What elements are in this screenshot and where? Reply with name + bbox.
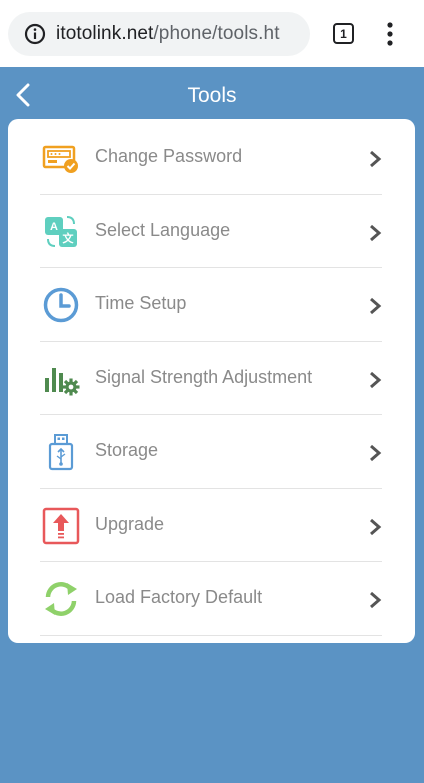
chevron-right-icon [370,371,382,388]
tools-card: Change Password A 文 Select Language Time… [8,119,415,643]
chevron-right-icon [370,150,382,168]
reset-icon [45,582,77,616]
menu-item-label: Signal Strength Adjustment [95,366,313,387]
menu-item-storage[interactable]: Storage [40,415,382,489]
chevron-right-icon [370,518,382,535]
menu-item-label: Change Password [95,146,243,166]
menu-item-label: Storage [95,440,159,460]
chevron-right-icon [370,297,382,315]
chevron-right-icon [370,224,382,241]
menu-item-time-setup[interactable]: Time Setup [40,268,382,342]
upgrade-icon [42,507,80,544]
chevron-right-icon [370,444,382,462]
url-text: itotolink.net/phone/tools.ht [56,23,280,45]
overflow-menu-icon[interactable] [385,22,395,46]
menu-item-label: Load Factory Default [95,587,263,607]
language-icon: A 文 [45,215,77,247]
tools-menu-list: Change Password A 文 Select Language Time… [40,121,382,636]
chevron-right-icon [370,591,382,609]
menu-item-change-password[interactable]: Change Password [40,121,382,195]
menu-item-load-factory-default[interactable]: Load Factory Default [40,562,382,636]
menu-item-label: Select Language [95,219,231,240]
address-bar[interactable]: itotolink.net/phone/tools.ht [8,12,310,56]
menu-item-label: Upgrade [95,513,165,534]
url-path: /phone/tools.ht [153,23,280,44]
signal-settings-icon [45,367,80,395]
svg-text:文: 文 [63,231,75,245]
svg-text:A: A [50,221,58,233]
tab-switcher-button[interactable]: 1 [333,23,354,44]
menu-item-signal-strength[interactable]: Signal Strength Adjustment [40,342,382,415]
info-icon[interactable] [24,23,46,45]
usb-storage-icon [48,434,74,471]
menu-item-upgrade[interactable]: Upgrade [40,489,382,562]
browser-toolbar: itotolink.net/phone/tools.ht 1 [0,0,424,67]
clock-icon [43,287,79,323]
page-title: Tools [187,84,237,107]
url-domain: itotolink.net [56,23,154,44]
password-icon [42,145,78,173]
app-header: Tools [0,67,424,121]
menu-item-label: Time Setup [95,293,187,313]
menu-item-select-language[interactable]: A 文 Select Language [40,195,382,268]
